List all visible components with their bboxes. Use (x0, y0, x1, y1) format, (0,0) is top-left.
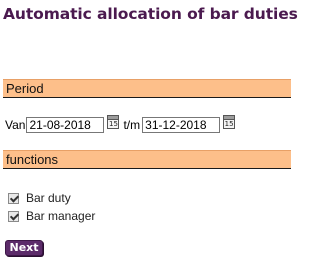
functions-section-label: functions (6, 152, 59, 167)
to-date-input[interactable] (142, 117, 221, 133)
to-calendar-icon[interactable]: 15 (223, 115, 236, 129)
bar-duty-option[interactable]: Bar duty (5, 190, 71, 206)
from-calendar-icon[interactable]: 15 (107, 115, 120, 129)
period-section-label: Period (6, 81, 44, 96)
page-title: Automatic allocation of bar duties (3, 5, 298, 23)
to-date-label: t/m (123, 118, 141, 132)
period-date-range: Van 15 t/m 15 (5, 115, 236, 135)
from-date-input[interactable] (26, 117, 105, 133)
next-button[interactable]: Next (5, 240, 43, 256)
bar-duty-checkbox[interactable] (8, 192, 19, 204)
bar-duty-label: Bar duty (26, 191, 71, 205)
bar-manager-option[interactable]: Bar manager (5, 208, 95, 224)
functions-section-header: functions (3, 150, 291, 169)
period-section-header: Period (3, 79, 291, 98)
from-date-label: Van (5, 118, 26, 132)
bar-manager-checkbox[interactable] (8, 210, 19, 222)
bar-manager-label: Bar manager (26, 209, 96, 223)
